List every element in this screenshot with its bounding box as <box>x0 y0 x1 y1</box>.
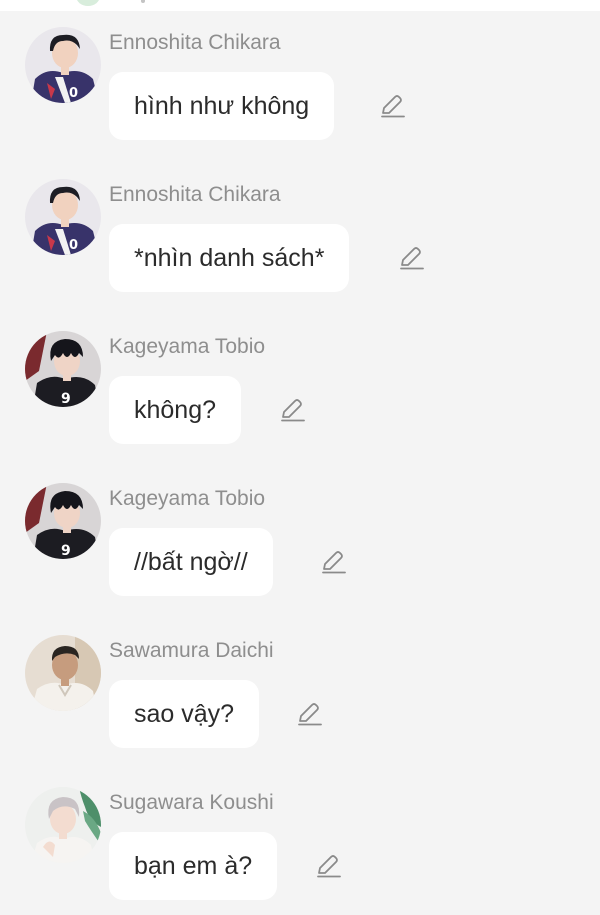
kageyama-avatar[interactable]: 9 <box>25 331 101 407</box>
sender-name: Kageyama Tobio <box>109 487 266 510</box>
message-bubble[interactable]: hình như không <box>109 72 335 140</box>
pencil-icon[interactable] <box>279 397 306 423</box>
ennoshita-avatar[interactable]: 0 <box>25 27 101 103</box>
chat-message: 0 Ennoshita Chikara *nhìn danh sách* <box>0 155 600 307</box>
svg-text:9: 9 <box>61 543 71 559</box>
message-bubble[interactable]: bạn em à? <box>109 832 278 900</box>
ennoshita-avatar[interactable]: 0 <box>25 179 101 255</box>
sender-name: Sawamura Daichi <box>109 639 274 662</box>
sender-name: Ennoshita Chikara <box>109 31 281 54</box>
svg-text:0: 0 <box>69 86 78 101</box>
message-bubble[interactable]: //bất ngờ// <box>109 528 273 596</box>
chat-message: 9 Kageyama Tobio không? <box>0 307 600 459</box>
pencil-icon[interactable] <box>398 245 425 271</box>
sender-name: Sugawara Koushi <box>109 791 274 814</box>
chat-message-list: 0 Ennoshita Chikara hình như không 0 Enn… <box>0 0 600 915</box>
message-bubble[interactable]: *nhìn danh sách* <box>109 224 350 292</box>
chat-message: 9 Kageyama Tobio //bất ngờ// <box>0 459 600 611</box>
sawamura-avatar[interactable] <box>25 635 101 711</box>
chat-message: 0 Ennoshita Chikara hình như không <box>0 3 600 155</box>
sugawara-avatar[interactable] <box>25 787 101 863</box>
pencil-icon[interactable] <box>379 93 406 119</box>
svg-text:9: 9 <box>61 391 71 407</box>
chat-message: Sawamura Daichi sao vậy? <box>0 611 600 763</box>
message-bubble[interactable]: sao vậy? <box>109 680 260 748</box>
pencil-icon[interactable] <box>320 549 347 575</box>
message-bubble[interactable]: không? <box>109 376 242 444</box>
pencil-icon[interactable] <box>296 701 323 727</box>
kageyama-avatar[interactable]: 9 <box>25 483 101 559</box>
chat-message: Sugawara Koushi bạn em à? <box>0 763 600 915</box>
svg-text:0: 0 <box>69 238 78 253</box>
sender-name: Kageyama Tobio <box>109 335 266 358</box>
pencil-icon[interactable] <box>315 853 342 879</box>
sender-name: Ennoshita Chikara <box>109 183 281 206</box>
